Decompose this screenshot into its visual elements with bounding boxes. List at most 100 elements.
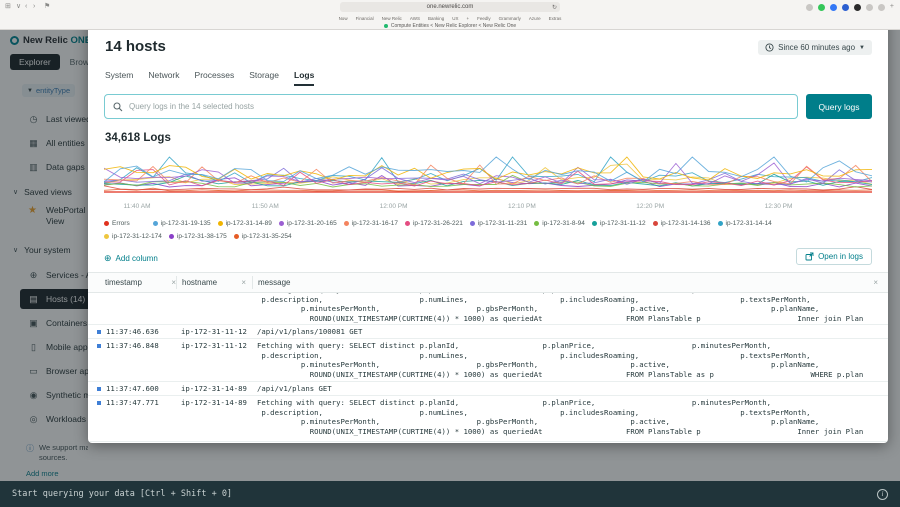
tab-logs[interactable]: Logs xyxy=(294,70,315,86)
browser-extension-icon[interactable] xyxy=(829,3,837,11)
legend-label: ip-172-31-11-12 xyxy=(599,220,646,227)
log-search-input[interactable]: Query logs in the 14 selected hosts xyxy=(104,94,798,119)
legend-item-errors[interactable]: Errors xyxy=(104,220,130,227)
legend-item-ip-172-31-14-136[interactable]: ip-172-31-14-136 xyxy=(652,220,711,227)
sidebar-toggle-icon[interactable]: ⊞ xyxy=(5,3,11,11)
legend-item-ip-172-31-26-221[interactable]: ip-172-31-26-221 xyxy=(404,220,463,227)
forward-icon[interactable]: › xyxy=(33,3,35,11)
caret-down-icon[interactable]: ∨ xyxy=(16,3,21,11)
browser-extension-icon[interactable] xyxy=(877,3,885,11)
remove-column-icon[interactable]: × xyxy=(873,278,878,287)
x-axis-label: 12:30 PM xyxy=(765,203,793,210)
legend-dot xyxy=(104,221,109,226)
open-in-logs-button[interactable]: Open in logs xyxy=(796,248,872,265)
column-hostname[interactable]: hostname × xyxy=(182,273,246,292)
time-picker-button[interactable]: Since 60 minutes ago ▼ xyxy=(758,40,872,55)
table-row[interactable]: 11:37:46.636 ip-172-31-11-12/api/v1/plans… xyxy=(88,325,888,339)
bookmark-item[interactable]: Azure xyxy=(529,16,541,21)
legend-item-ip-172-31-19-135[interactable]: ip-172-31-19-135 xyxy=(152,220,211,227)
legend-item-ip-172-31-11-231[interactable]: ip-172-31-11-231 xyxy=(469,220,528,227)
tab-strip[interactable]: Compute Entities < New Relic Explorer < … xyxy=(0,22,900,30)
legend-dot xyxy=(152,221,158,226)
legend-dot xyxy=(652,221,658,226)
legend-item-ip-172-31-38-175[interactable]: ip-172-31-38-175 xyxy=(168,233,227,240)
tab-title: Compute Entities < New Relic Explorer < … xyxy=(390,23,517,29)
legend-label: ip-172-31-14-14 xyxy=(725,220,772,227)
reload-icon[interactable]: ↻ xyxy=(552,4,557,11)
legend-row: ip-172-31-12-174 ip-172-31-38-175 ip-172-3… xyxy=(104,230,872,243)
tab-system[interactable]: System xyxy=(105,70,133,86)
legend-item-ip-172-31-11-12[interactable]: ip-172-31-11-12 xyxy=(591,220,646,227)
legend-label: ip-172-31-11-231 xyxy=(477,220,528,227)
browser-extension-icon[interactable] xyxy=(817,3,825,11)
bookmark-item[interactable]: UX xyxy=(452,16,458,21)
bookmark-item[interactable]: Banking xyxy=(428,16,444,21)
cell-message: /api/v1/plans/100081 GET xyxy=(257,327,363,336)
browser-extension-icon[interactable] xyxy=(841,3,849,11)
add-column-button[interactable]: ⊕ Add column xyxy=(104,253,158,264)
modal-tabs: System Network Processes Storage Logs xyxy=(105,70,315,86)
remove-column-icon[interactable]: × xyxy=(241,278,246,287)
query-bottom-bar[interactable]: Start querying your data [Ctrl + Shift +… xyxy=(0,481,900,507)
legend-dot xyxy=(469,221,475,226)
legend-dot xyxy=(233,234,239,239)
browser-extension-icon[interactable] xyxy=(805,3,813,11)
x-axis-label: 12:10 PM xyxy=(508,203,536,210)
legend-item-ip-172-31-35-254[interactable]: ip-172-31-35-254 xyxy=(233,233,292,240)
bookmark-item[interactable]: New Relic xyxy=(382,16,402,21)
cell-timestamp: 11:37:47.771 xyxy=(106,398,159,407)
info-icon[interactable]: i xyxy=(877,488,888,500)
search-icon xyxy=(113,101,123,111)
back-icon[interactable]: ‹ xyxy=(25,3,27,11)
url-text: one.newrelic.com xyxy=(426,4,474,10)
cell-message: /api/v1/plans GET xyxy=(257,384,332,393)
bookmark-item[interactable]: + xyxy=(466,16,469,21)
column-divider xyxy=(252,276,253,289)
table-row[interactable]: 11:37:47.771 ip-172-31-14-89 Fetching with… xyxy=(88,396,888,442)
query-bar-text: Start querying your data [Ctrl + Shift +… xyxy=(12,489,233,499)
table-row[interactable]: Fetching with query: SELECT distinct p.p… xyxy=(88,293,888,325)
table-row[interactable]: 11:37:47.600 ip-172-31-14-89/api/v1/plans… xyxy=(88,382,888,396)
bookmark-item[interactable]: Extras xyxy=(549,16,562,21)
new-tab-icon[interactable]: + xyxy=(890,3,894,11)
cell-message: Fetching with query: SELECT distinct p.p… xyxy=(257,398,864,436)
legend-item-ip-172-31-14-14[interactable]: ip-172-31-14-14 xyxy=(717,220,772,227)
legend-dot xyxy=(278,221,284,226)
plus-circle-icon: ⊕ xyxy=(104,253,112,263)
tab-network[interactable]: Network xyxy=(148,70,179,86)
legend-item-ip-172-31-14-89[interactable]: ip-172-31-14-89 xyxy=(217,220,272,227)
legend-label: ip-172-31-16-17 xyxy=(351,220,398,227)
tab-processes[interactable]: Processes xyxy=(195,70,235,86)
legend-item-ip-172-31-20-165[interactable]: ip-172-31-20-165 xyxy=(278,220,337,227)
table-row[interactable]: 11:37:46.848 ip-172-31-11-12 Fetching with… xyxy=(88,339,888,382)
tab-storage[interactable]: Storage xyxy=(249,70,279,86)
column-timestamp[interactable]: timestamp × xyxy=(105,273,176,292)
bookmark-item[interactable]: Feedly xyxy=(477,16,491,21)
bookmark-item[interactable]: AWS xyxy=(410,16,420,21)
legend-label: ip-172-31-26-221 xyxy=(412,220,463,227)
external-link-icon xyxy=(805,252,814,261)
legend-label: ip-172-31-38-175 xyxy=(176,233,227,240)
address-bar[interactable]: one.newrelic.com ↻ xyxy=(340,2,560,12)
query-logs-button[interactable]: Query logs xyxy=(806,94,872,119)
bookmark-item[interactable]: Grammarly xyxy=(499,16,521,21)
legend-label: ip-172-31-14-136 xyxy=(660,220,711,227)
x-axis-label: 11:40 AM xyxy=(124,203,151,210)
legend-item-ip-172-31-16-17[interactable]: ip-172-31-16-17 xyxy=(343,220,398,227)
column-message[interactable]: message × xyxy=(258,273,878,292)
logs-timeseries-chart[interactable]: 11:40 AM 11:50 AM 12:00 PM 12:10 PM 12:20 PM… xyxy=(104,152,872,212)
cell-message: Fetching with query: SELECT distinct p.p… xyxy=(257,293,864,323)
cell-timestamp: 11:37:46.636 xyxy=(106,327,159,336)
legend-item-ip-172-31-8-94[interactable]: ip-172-31-8-94 xyxy=(534,220,585,227)
legend-label: ip-172-31-12-174 xyxy=(112,233,162,240)
logs-count: 34,618 Logs xyxy=(105,132,171,144)
browser-extension-icon[interactable] xyxy=(853,3,861,11)
bookmark-item[interactable]: Now xyxy=(339,16,348,21)
page-title: 14 hosts xyxy=(105,38,166,55)
bookmark-item[interactable]: Financial xyxy=(356,16,374,21)
legend-label: ip-172-31-20-165 xyxy=(286,220,337,227)
legend-item-ip-172-31-12-174[interactable]: ip-172-31-12-174 xyxy=(104,233,162,240)
x-axis-label: 12:20 PM xyxy=(636,203,664,210)
browser-extension-icon[interactable] xyxy=(865,3,873,11)
screen: ⊞ ∨ ‹ › ⚑ one.newrelic.com ↻ + Now Financ… xyxy=(0,0,900,507)
